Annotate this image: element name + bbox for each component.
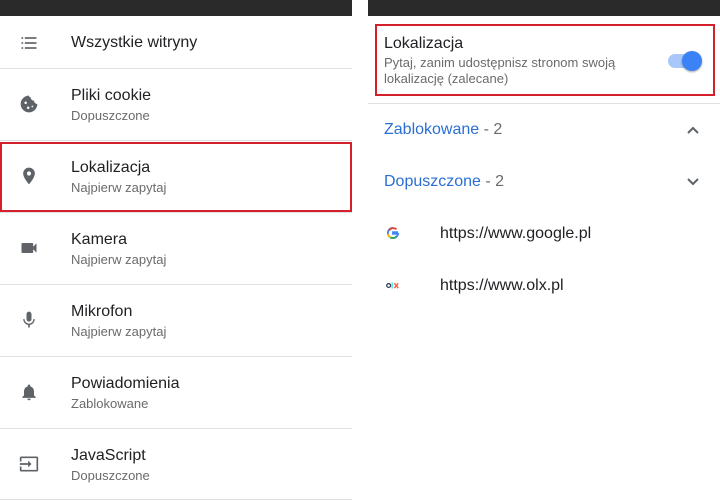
toggle-thumb <box>682 51 702 71</box>
camera-icon <box>18 237 40 259</box>
site-url: https://www.google.pl <box>440 225 592 242</box>
allowed-section-header[interactable]: Dopuszczone - 2 <box>384 173 504 191</box>
settings-item-title: Mikrofon <box>71 303 133 320</box>
settings-item-status: Najpierw zapytaj <box>71 324 167 339</box>
location-toggle[interactable] <box>668 50 702 71</box>
blocked-section-label: Zablokowane <box>384 121 480 138</box>
allowed-section-label: Dopuszczone <box>384 173 481 190</box>
settings-item-title: Wszystkie witryny <box>71 34 198 51</box>
settings-item-status: Dopuszczone <box>71 108 150 123</box>
settings-item-title: JavaScript <box>71 447 146 464</box>
site-row-olx[interactable]: https://www.olx.pl <box>368 266 720 306</box>
settings-item-title: Kamera <box>71 231 128 248</box>
settings-item-all-sites[interactable]: Wszystkie witryny <box>0 16 352 69</box>
divider <box>368 103 720 104</box>
javascript-icon <box>18 453 40 475</box>
settings-item-notifications[interactable]: Powiadomienia Zablokowane <box>0 357 352 429</box>
app-bar <box>0 0 352 16</box>
settings-item-title: Powiadomienia <box>71 375 180 392</box>
settings-item-status: Dopuszczone <box>71 468 150 483</box>
blocked-section-header[interactable]: Zablokowane - 2 <box>384 121 502 139</box>
settings-item-javascript[interactable]: JavaScript Dopuszczone <box>0 429 352 500</box>
location-setting-description: Pytaj, zanim udostępnisz stronom swoją l… <box>384 55 616 86</box>
blocked-section-count: - 2 <box>483 121 503 138</box>
cookie-icon <box>18 93 40 115</box>
site-settings-panel: Wszystkie witryny Pliki cookie Dopuszczo… <box>0 0 352 500</box>
site-row-google[interactable]: https://www.google.pl <box>368 214 720 254</box>
settings-item-microphone[interactable]: Mikrofon Najpierw zapytaj <box>0 285 352 357</box>
microphone-icon <box>18 309 40 331</box>
allowed-section-count: - 2 <box>485 173 505 190</box>
list-icon <box>18 32 40 54</box>
olx-favicon-icon <box>386 278 400 292</box>
chevron-up-icon[interactable] <box>685 122 701 138</box>
google-favicon-icon <box>386 226 400 240</box>
panel-separator <box>352 0 368 500</box>
bell-icon <box>18 381 40 403</box>
settings-item-camera[interactable]: Kamera Najpierw zapytaj <box>0 213 352 285</box>
settings-item-status: Zablokowane <box>71 396 149 411</box>
location-setting-title: Lokalizacja <box>384 35 464 52</box>
site-url: https://www.olx.pl <box>440 277 564 294</box>
settings-item-title: Pliki cookie <box>71 87 152 104</box>
chevron-down-icon[interactable] <box>685 174 701 190</box>
settings-item-status: Najpierw zapytaj <box>71 252 167 267</box>
location-settings-panel: Lokalizacja Pytaj, zanim udostępnisz str… <box>368 0 720 500</box>
location-highlight-box <box>0 142 352 212</box>
app-bar <box>368 0 720 16</box>
settings-item-cookies[interactable]: Pliki cookie Dopuszczone <box>0 69 352 141</box>
